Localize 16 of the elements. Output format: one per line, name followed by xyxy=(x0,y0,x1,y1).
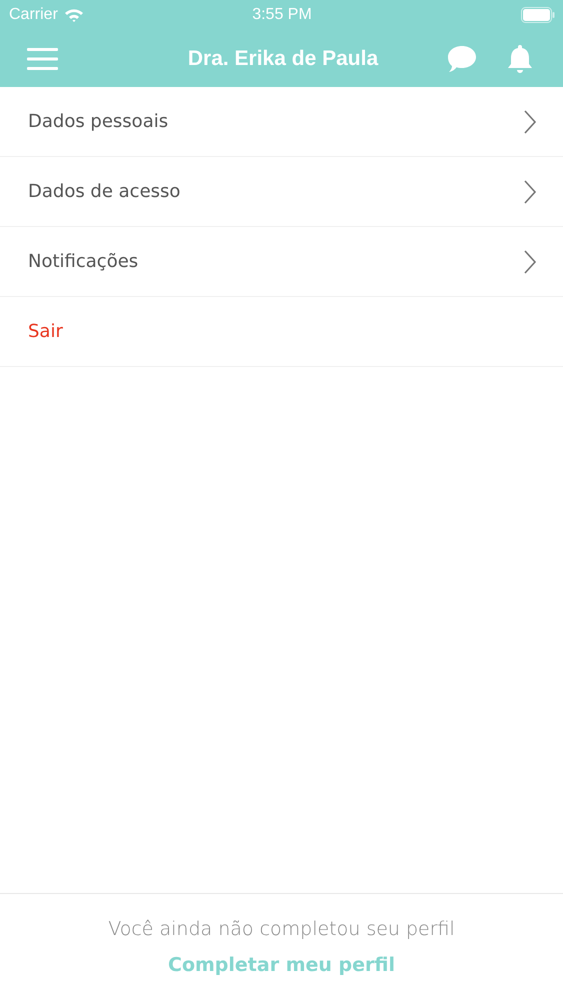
chat-bubble-icon[interactable] xyxy=(447,44,477,72)
menu-item[interactable]: Dados pessoais xyxy=(28,111,168,132)
page-title: Dra. Erika de Paula xyxy=(186,46,380,70)
logout-item[interactable]: Sair xyxy=(28,321,63,342)
chevron-right-icon xyxy=(523,180,537,204)
status-time: 3:55 PM xyxy=(252,6,312,24)
menu-icon[interactable] xyxy=(27,46,59,70)
wifi-icon xyxy=(64,8,84,22)
chevron-right-icon xyxy=(523,250,537,274)
menu-item[interactable]: Notificações xyxy=(28,251,138,272)
bell-icon[interactable] xyxy=(507,44,533,74)
profile-incomplete-message: Você ainda não completou seu perfil xyxy=(108,918,455,940)
carrier-name: Carrier xyxy=(9,6,58,24)
chevron-right-icon xyxy=(523,110,537,134)
battery-icon xyxy=(521,7,555,23)
menu-item[interactable]: Dados de acesso xyxy=(28,181,180,202)
